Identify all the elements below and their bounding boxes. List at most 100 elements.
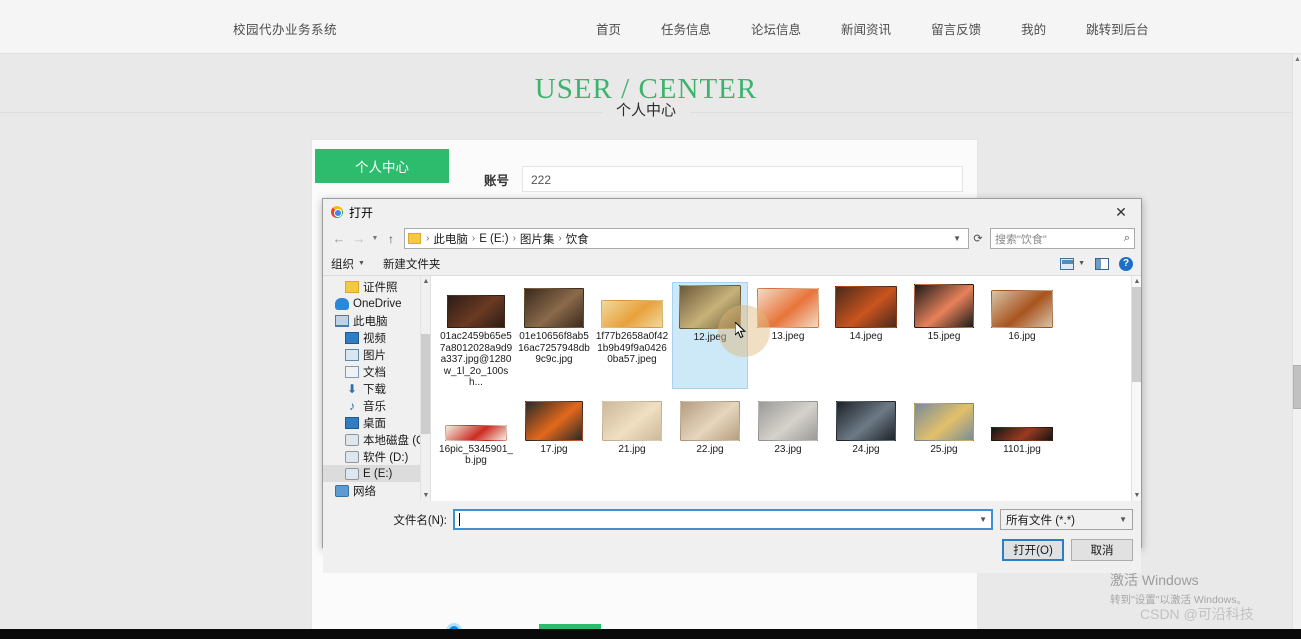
file-item[interactable]: 14.jpeg xyxy=(828,282,904,389)
nav-item-task-info[interactable]: 任务信息 xyxy=(641,19,731,38)
search-box[interactable]: 搜索"饮食" ⌕ xyxy=(990,228,1135,249)
nav-item-admin[interactable]: 跳转到后台 xyxy=(1066,19,1169,38)
document-icon xyxy=(345,366,359,378)
breadcrumb-drive-e[interactable]: E (E:) xyxy=(477,233,510,245)
nav-tree-item[interactable]: 本地磁盘 (C:) xyxy=(323,431,430,448)
up-icon[interactable]: ↑ xyxy=(381,228,401,250)
file-thumbnail xyxy=(524,288,584,328)
filetype-select[interactable]: 所有文件 (*.*) ▼ xyxy=(1000,509,1133,530)
csdn-credit: CSDN @可沿科技 xyxy=(1140,604,1254,624)
nav-tree-item[interactable]: E (E:) xyxy=(323,465,430,482)
file-item[interactable]: 25.jpg xyxy=(906,395,982,467)
nav-item-mine[interactable]: 我的 xyxy=(1001,19,1066,38)
nav-item-forum-info[interactable]: 论坛信息 xyxy=(731,19,821,38)
file-list-pane: 01ac2459b65e57a8012028a9d9a337.jpg@1280w… xyxy=(431,276,1141,501)
computer-icon xyxy=(335,315,349,327)
open-button[interactable]: 打开(O) xyxy=(1002,539,1064,561)
nav-tree-item[interactable]: ⬇下载 xyxy=(323,380,430,397)
address-bar[interactable]: › 此电脑 › E (E:) › 图片集 › 饮食 ▼ xyxy=(404,228,969,249)
file-item[interactable]: 1102.jpg xyxy=(438,473,514,502)
file-scroll-down-icon[interactable]: ▼ xyxy=(1132,490,1141,501)
filename-input[interactable]: ▼ xyxy=(453,509,993,530)
nav-item-home[interactable]: 首页 xyxy=(596,19,641,38)
preview-pane-icon[interactable] xyxy=(1095,258,1109,270)
file-item[interactable]: 13.jpeg xyxy=(750,282,826,389)
nav-item-feedback[interactable]: 留言反馈 xyxy=(911,19,1001,38)
nav-tree-item[interactable]: OneDrive xyxy=(323,295,430,312)
file-thumbnail xyxy=(758,401,818,441)
file-thumb-box xyxy=(445,397,507,441)
file-name: 13.jpeg xyxy=(751,331,825,343)
nav-tree-item[interactable]: 此电脑 xyxy=(323,312,430,329)
file-item[interactable]: 16pic_5345901_b.jpg xyxy=(438,395,514,467)
dialog-buttons: 打开(O) 取消 xyxy=(323,530,1141,561)
file-name: 12.jpeg xyxy=(673,332,747,344)
file-list-scrollbar[interactable]: ▲ ▼ xyxy=(1131,276,1141,501)
nav-tree-item-label: E (E:) xyxy=(363,468,392,480)
file-thumbnail xyxy=(601,300,663,328)
new-folder-button[interactable]: 新建文件夹 xyxy=(383,256,441,272)
chevron-down-icon: ▼ xyxy=(358,260,365,267)
desktop-icon xyxy=(345,417,359,429)
file-item[interactable]: 24.jpg xyxy=(828,395,904,467)
change-view-icon[interactable] xyxy=(1060,258,1074,270)
organize-button[interactable]: 组织 ▼ xyxy=(331,256,365,272)
filetype-chevron-down-icon: ▼ xyxy=(1119,515,1127,524)
nav-tree-item[interactable]: 网络 xyxy=(323,482,430,499)
nav-tree-item[interactable]: 软件 (D:) xyxy=(323,448,430,465)
search-input[interactable]: 搜索"饮食" xyxy=(995,231,1124,247)
nav-tree-item-label: 视频 xyxy=(363,330,386,346)
sidebar-item-user-center[interactable]: 个人中心 xyxy=(315,149,449,183)
file-item[interactable]: 16.jpg xyxy=(984,282,1060,389)
cancel-button[interactable]: 取消 xyxy=(1071,539,1133,561)
nav-tree-item[interactable]: ♪音乐 xyxy=(323,397,430,414)
breadcrumb-this-pc[interactable]: 此电脑 xyxy=(431,231,470,247)
file-name: 23.jpg xyxy=(751,444,825,456)
file-item[interactable]: 1f77b2658a0f421b9b49f9a04260ba57.jpeg xyxy=(594,282,670,389)
file-item[interactable]: 12.jpeg xyxy=(672,282,748,389)
file-item[interactable]: 23.jpg xyxy=(750,395,826,467)
folder-icon xyxy=(408,233,421,244)
nav-item-news[interactable]: 新闻资讯 xyxy=(821,19,911,38)
breadcrumb-pictures[interactable]: 图片集 xyxy=(518,231,557,247)
nav-tree-item-label: 音乐 xyxy=(363,398,386,414)
recent-locations-chevron-icon[interactable]: ▼ xyxy=(369,235,381,242)
file-name: 22.jpg xyxy=(673,444,747,456)
view-chevron-down-icon[interactable]: ▼ xyxy=(1078,260,1085,267)
nav-tree-item[interactable]: 证件照 xyxy=(323,278,430,295)
back-icon[interactable]: ← xyxy=(329,228,349,250)
disk-icon xyxy=(345,434,359,446)
close-icon[interactable]: ✕ xyxy=(1101,199,1141,225)
nav-tree-item[interactable]: 文档 xyxy=(323,363,430,380)
filename-chevron-down-icon[interactable]: ▼ xyxy=(973,515,987,524)
nav-scroll-up-icon[interactable]: ▲ xyxy=(421,276,431,287)
file-item[interactable]: 1103.jpg xyxy=(516,473,592,502)
nav-tree-item[interactable]: 视频 xyxy=(323,329,430,346)
file-item[interactable]: 15.jpeg xyxy=(906,282,982,389)
nav-scroll-down-icon[interactable]: ▼ xyxy=(421,490,431,501)
navigation-scrollbar[interactable]: ▲ ▼ xyxy=(420,276,430,501)
breadcrumb-food[interactable]: 饮食 xyxy=(564,231,591,247)
nav-tree-item-label: OneDrive xyxy=(353,298,402,310)
page-scrollbar[interactable]: ▲ ▼ xyxy=(1292,55,1301,639)
refresh-icon[interactable]: ⟳ xyxy=(969,232,987,245)
nav-scroll-thumb[interactable] xyxy=(421,334,431,434)
download-icon: ⬇ xyxy=(345,383,359,395)
nav-tree-item[interactable]: 桌面 xyxy=(323,414,430,431)
nav-tree-item[interactable]: 图片 xyxy=(323,346,430,363)
file-item[interactable]: 17.jpg xyxy=(516,395,592,467)
help-icon[interactable]: ? xyxy=(1119,257,1133,271)
file-item[interactable]: 22.jpg xyxy=(672,395,748,467)
breadcrumb-sep: › xyxy=(470,233,477,244)
file-item[interactable]: 01e10656f8ab516ac7257948db9c9c.jpg xyxy=(516,282,592,389)
scroll-up-icon[interactable]: ▲ xyxy=(1294,55,1301,64)
forward-icon[interactable]: → xyxy=(349,228,369,250)
address-chevron-down-icon[interactable]: ▼ xyxy=(948,234,966,243)
account-input[interactable]: 222 xyxy=(522,166,963,192)
file-item[interactable]: 01ac2459b65e57a8012028a9d9a337.jpg@1280w… xyxy=(438,282,514,389)
file-scroll-thumb[interactable] xyxy=(1132,287,1141,382)
file-scroll-up-icon[interactable]: ▲ xyxy=(1132,276,1141,287)
page-scroll-thumb[interactable] xyxy=(1293,365,1301,409)
file-item[interactable]: 1101.jpg xyxy=(984,395,1060,467)
file-item[interactable]: 21.jpg xyxy=(594,395,670,467)
